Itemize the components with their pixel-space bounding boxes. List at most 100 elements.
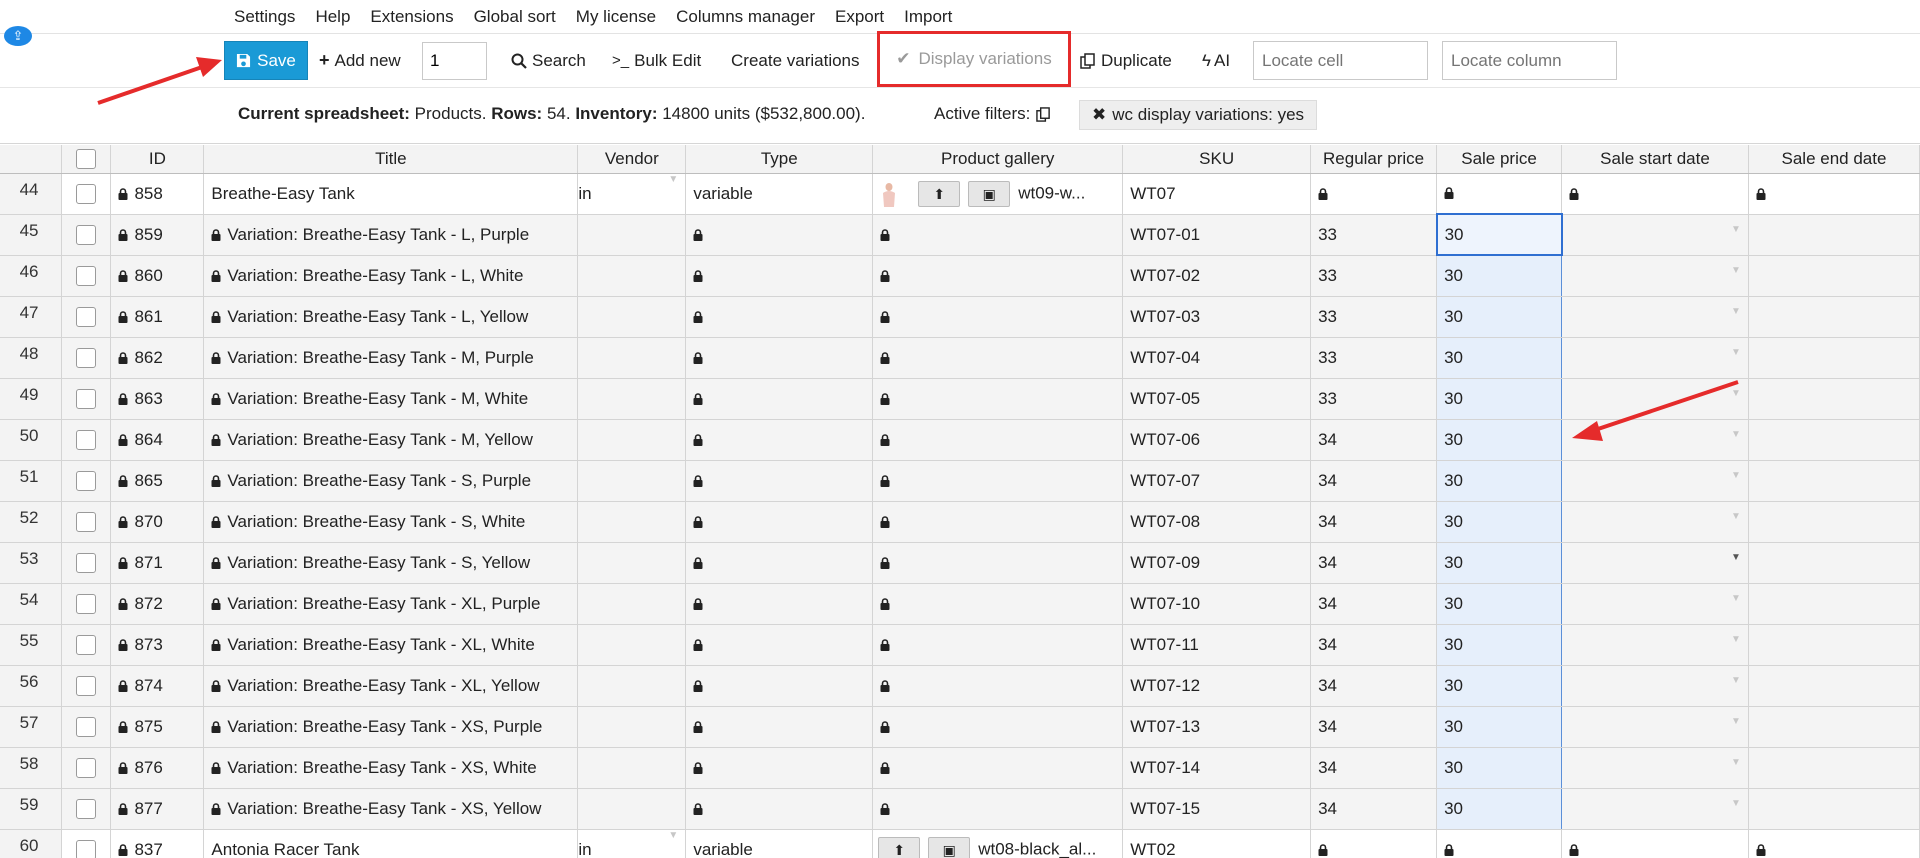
id-cell[interactable]: 862 — [110, 337, 205, 379]
sale-end-date-cell[interactable] — [1748, 501, 1920, 543]
sale-price-cell[interactable]: 30 — [1436, 747, 1563, 789]
column-header-sale-end-date[interactable]: Sale end date — [1748, 145, 1920, 174]
title-cell[interactable]: Variation: Breathe-Easy Tank - M, Purple — [203, 337, 579, 379]
row-select-cell[interactable] — [61, 255, 112, 297]
row-checkbox[interactable] — [76, 347, 97, 368]
vendor-cell[interactable] — [577, 583, 687, 625]
dropdown-arrow-icon[interactable]: ▼ — [1731, 347, 1741, 358]
sale-price-cell[interactable]: 30 — [1436, 706, 1563, 748]
sku-cell[interactable]: WT07-08 — [1122, 501, 1312, 543]
row-select-cell[interactable] — [61, 214, 112, 256]
id-cell[interactable]: 871 — [110, 542, 205, 584]
type-cell[interactable] — [685, 255, 874, 297]
gallery-cell[interactable] — [872, 583, 1124, 625]
sku-cell[interactable]: WT07-07 — [1122, 460, 1312, 502]
vendor-cell[interactable] — [577, 337, 687, 379]
vendor-cell[interactable] — [577, 624, 687, 666]
column-header-sku[interactable]: SKU — [1122, 145, 1312, 174]
sku-cell[interactable]: WT07-10 — [1122, 583, 1312, 625]
row-checkbox[interactable] — [76, 634, 97, 655]
row-select-cell[interactable] — [61, 501, 112, 543]
title-cell[interactable]: Variation: Breathe-Easy Tank - L, White — [203, 255, 579, 297]
gallery-cell[interactable] — [872, 501, 1124, 543]
vendor-cell[interactable] — [577, 214, 687, 256]
row-select-cell[interactable] — [61, 542, 112, 584]
locate-column-input[interactable] — [1442, 41, 1617, 80]
column-header-id[interactable]: ID — [110, 145, 205, 174]
sku-cell[interactable]: WT07-03 — [1122, 296, 1312, 338]
regular-price-cell[interactable]: 33 — [1310, 255, 1438, 297]
row-select-cell[interactable] — [61, 583, 112, 625]
row-checkbox[interactable] — [76, 839, 97, 858]
regular-price-cell[interactable]: 34 — [1310, 583, 1438, 625]
vendor-cell[interactable] — [577, 788, 687, 830]
sale-start-date-cell[interactable]: ▼ — [1561, 337, 1749, 379]
regular-price-cell[interactable]: 34 — [1310, 501, 1438, 543]
select-all-cell[interactable] — [61, 145, 112, 174]
type-cell[interactable] — [685, 706, 874, 748]
sale-end-date-cell[interactable] — [1748, 583, 1920, 625]
sale-price-cell[interactable]: 30 — [1436, 337, 1563, 379]
image-icon[interactable]: ▣ — [968, 180, 1011, 207]
id-cell[interactable]: 873 — [110, 624, 205, 666]
regular-price-cell[interactable]: 34 — [1310, 542, 1438, 584]
sale-price-cell[interactable]: 30 — [1436, 460, 1563, 502]
menu-item-help[interactable]: Help — [305, 7, 360, 27]
regular-price-cell[interactable]: 34 — [1310, 460, 1438, 502]
sale-end-date-cell[interactable] — [1748, 788, 1920, 830]
sale-price-cell[interactable] — [1436, 173, 1563, 215]
menu-item-global-sort[interactable]: Global sort — [464, 7, 566, 27]
regular-price-cell[interactable]: 34 — [1310, 665, 1438, 707]
locate-cell-input[interactable] — [1253, 41, 1428, 80]
menu-item-extensions[interactable]: Extensions — [360, 7, 463, 27]
dropdown-arrow-icon[interactable]: ▼ — [1731, 511, 1741, 522]
search-button[interactable]: Search — [511, 41, 586, 80]
upload-icon[interactable]: ⬆ — [878, 836, 921, 858]
row-select-cell[interactable] — [61, 337, 112, 379]
title-cell[interactable]: Variation: Breathe-Easy Tank - L, Yellow — [203, 296, 579, 338]
sale-end-date-cell[interactable] — [1748, 460, 1920, 502]
title-cell[interactable]: Variation: Breathe-Easy Tank - XL, Purpl… — [203, 583, 579, 625]
regular-price-cell[interactable]: 34 — [1310, 706, 1438, 748]
id-cell[interactable]: 837 — [110, 829, 205, 858]
row-checkbox[interactable] — [76, 224, 97, 245]
title-cell[interactable]: Variation: Breathe-Easy Tank - S, White — [203, 501, 579, 543]
regular-price-cell[interactable]: 34 — [1310, 747, 1438, 789]
type-cell[interactable] — [685, 419, 874, 461]
gallery-cell[interactable] — [872, 747, 1124, 789]
regular-price-cell[interactable] — [1310, 173, 1438, 215]
add-new-button[interactable]: + Add new — [319, 41, 401, 80]
column-header-title[interactable]: Title — [203, 145, 579, 174]
sale-start-date-cell[interactable]: ▼ — [1561, 419, 1749, 461]
dropdown-arrow-icon[interactable]: ▼ — [1731, 716, 1741, 727]
dropdown-arrow-icon[interactable]: ▼ — [1731, 429, 1741, 440]
row-select-cell[interactable] — [61, 419, 112, 461]
sale-start-date-cell[interactable]: ▼ — [1561, 788, 1749, 830]
vendor-cell[interactable] — [577, 460, 687, 502]
title-cell[interactable]: Variation: Breathe-Easy Tank - XL, Yello… — [203, 665, 579, 707]
sale-end-date-cell[interactable] — [1748, 542, 1920, 584]
ai-button[interactable]: ϟ AI — [1202, 41, 1230, 80]
sale-start-date-cell[interactable]: ▼ — [1561, 706, 1749, 748]
duplicate-button[interactable]: Duplicate — [1080, 41, 1172, 80]
type-cell[interactable] — [685, 624, 874, 666]
vendor-cell[interactable] — [577, 747, 687, 789]
title-cell[interactable]: Variation: Breathe-Easy Tank - XS, Yello… — [203, 788, 579, 830]
sale-end-date-cell[interactable] — [1748, 173, 1920, 215]
regular-price-cell[interactable]: 33 — [1310, 296, 1438, 338]
id-cell[interactable]: 877 — [110, 788, 205, 830]
column-header-sale-start-date[interactable]: Sale start date — [1561, 145, 1749, 174]
filter-chip[interactable]: ✖ wc display variations: yes — [1079, 100, 1318, 130]
id-cell[interactable]: 861 — [110, 296, 205, 338]
column-header-vendor[interactable]: Vendor — [577, 145, 687, 174]
sku-cell[interactable]: WT07-14 — [1122, 747, 1312, 789]
regular-price-cell[interactable]: 34 — [1310, 419, 1438, 461]
row-checkbox[interactable] — [76, 429, 97, 450]
sale-price-cell[interactable]: 30 — [1436, 665, 1563, 707]
type-cell[interactable]: variable — [685, 829, 874, 858]
gallery-cell[interactable] — [872, 419, 1124, 461]
row-checkbox[interactable] — [76, 675, 97, 696]
regular-price-cell[interactable]: 33 — [1310, 378, 1438, 420]
title-cell[interactable]: Variation: Breathe-Easy Tank - S, Yellow — [203, 542, 579, 584]
type-cell[interactable] — [685, 542, 874, 584]
